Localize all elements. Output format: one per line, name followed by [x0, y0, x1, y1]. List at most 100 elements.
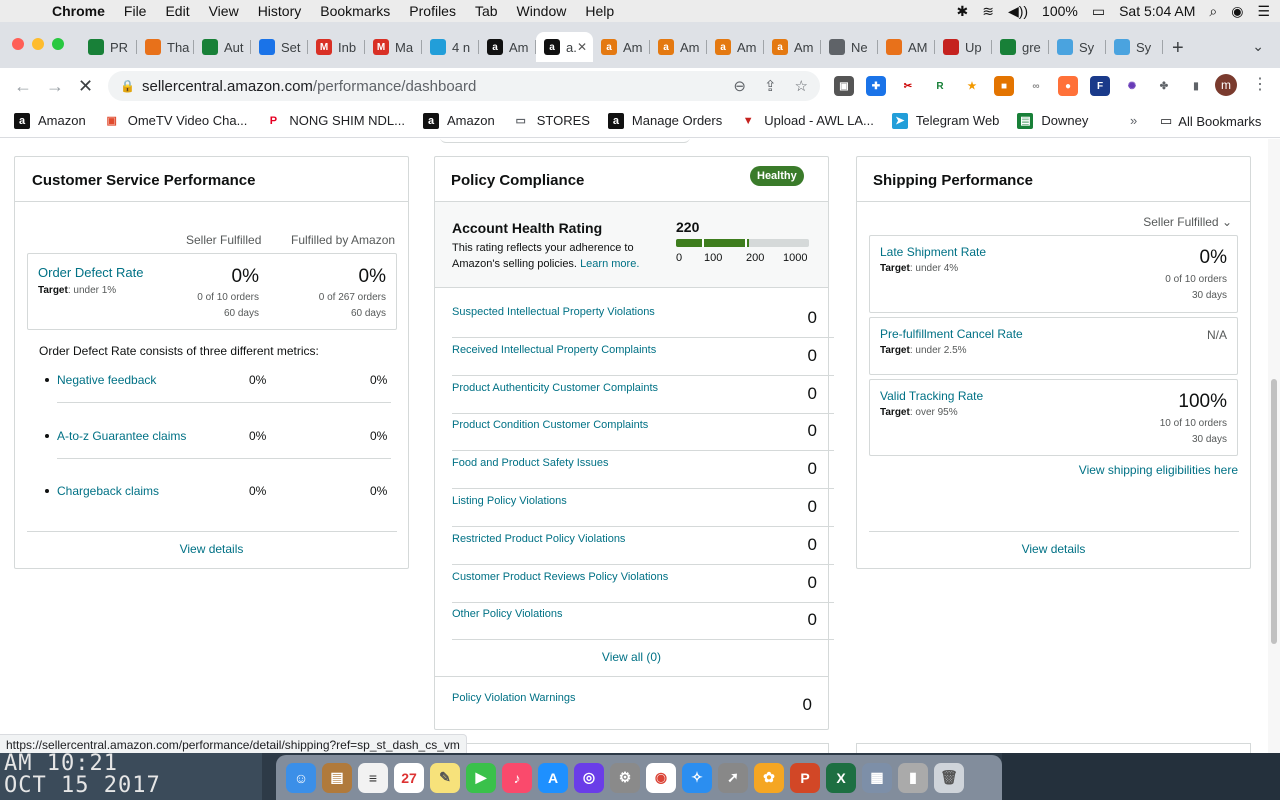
menubar-clock[interactable]: Sat 5:04 AM: [1119, 3, 1195, 19]
extension-off-icon[interactable]: ▣: [834, 76, 854, 96]
metric-atoz-claims-link[interactable]: A-to-z Guarantee claims: [57, 429, 186, 443]
menu-help[interactable]: Help: [585, 3, 614, 19]
shipping-eligibilities-link[interactable]: View shipping eligibilities here: [1079, 463, 1238, 477]
bookmark-item[interactable]: ▼ Upload - AWL LA...: [740, 112, 874, 129]
zoom-icon[interactable]: ⊖: [733, 77, 746, 95]
page-scrollbar[interactable]: [1268, 139, 1280, 753]
facetime-icon[interactable]: ▶: [466, 762, 496, 793]
menu-app-name[interactable]: Chrome: [52, 3, 105, 19]
all-bookmarks-button[interactable]: ▭ All Bookmarks: [1160, 104, 1261, 138]
metric-negative-feedback-link[interactable]: Negative feedback: [57, 373, 156, 387]
menu-edit[interactable]: Edit: [165, 3, 189, 19]
policy-violation-warnings-link[interactable]: Policy Violation Warnings: [452, 692, 576, 704]
menu-file[interactable]: File: [124, 3, 147, 19]
bookmark-item[interactable]: P NONG SHIM NDL...: [265, 112, 405, 129]
system-preferences-icon[interactable]: ⚙: [610, 762, 640, 793]
menu-profiles[interactable]: Profiles: [409, 3, 456, 19]
extension-link-icon[interactable]: ∞: [1026, 76, 1046, 96]
bookmark-item[interactable]: a Amazon: [14, 112, 86, 129]
new-tab-button[interactable]: +: [1172, 37, 1184, 60]
menu-bookmarks[interactable]: Bookmarks: [320, 3, 390, 19]
excel-icon[interactable]: X: [826, 762, 856, 793]
url-text[interactable]: sellercentral.amazon.com/performance/das…: [142, 78, 476, 95]
browser-tab[interactable]: a Am: [479, 32, 536, 62]
bookmark-item[interactable]: ▭ STORES: [512, 112, 590, 129]
photos-icon[interactable]: ✿: [754, 762, 784, 793]
extension-gear-icon[interactable]: ✺: [1122, 76, 1142, 96]
extension-f-icon[interactable]: F: [1090, 76, 1110, 96]
violation-link[interactable]: Other Policy Violations: [452, 608, 562, 620]
bookmark-item[interactable]: ➤ Telegram Web: [891, 112, 999, 129]
browser-tab[interactable]: M Ma: [365, 32, 422, 62]
extension-scissors-icon[interactable]: ✂: [898, 76, 918, 96]
back-button[interactable]: ←: [14, 76, 32, 97]
violation-link[interactable]: Food and Product Safety Issues: [452, 457, 609, 469]
browser-tab[interactable]: PR: [80, 32, 137, 62]
browser-tab[interactable]: 4 n: [422, 32, 479, 62]
share-icon[interactable]: ⇪: [764, 77, 777, 95]
shipping-view-details-link[interactable]: View details: [857, 542, 1250, 556]
browser-tab[interactable]: AM: [878, 32, 935, 62]
menu-view[interactable]: View: [209, 3, 239, 19]
browser-tab[interactable]: gre: [992, 32, 1049, 62]
extension-circle-icon[interactable]: ●: [1058, 76, 1078, 96]
browser-tab[interactable]: M Inb: [308, 32, 365, 62]
powerpoint-icon[interactable]: P: [790, 762, 820, 793]
browser-tab[interactable]: a Am: [707, 32, 764, 62]
side-panel-icon[interactable]: ▮: [1186, 76, 1206, 96]
violation-link[interactable]: Customer Product Reviews Policy Violatio…: [452, 571, 668, 583]
browser-tab[interactable]: Set: [251, 32, 308, 62]
music-icon[interactable]: ♪: [502, 762, 532, 793]
bookmarks-overflow-icon[interactable]: »: [1130, 113, 1137, 128]
menu-window[interactable]: Window: [517, 3, 567, 19]
close-window-button[interactable]: [12, 38, 24, 50]
tab-active[interactable]: a a. ✕: [536, 32, 593, 62]
browser-tab[interactable]: a Am: [650, 32, 707, 62]
extensions-puzzle-icon[interactable]: ✤: [1154, 76, 1174, 96]
spotlight-search-icon[interactable]: ⌕: [1209, 3, 1217, 20]
browser-tab[interactable]: Sy: [1106, 32, 1163, 62]
address-bar[interactable]: 🔒 sellercentral.amazon.com/performance/d…: [108, 71, 820, 101]
extension-rs-icon[interactable]: R: [930, 76, 950, 96]
view-all-violations-link[interactable]: View all (0): [435, 650, 828, 664]
volume-icon[interactable]: ◀)): [1008, 3, 1028, 20]
app-store-icon[interactable]: A: [538, 762, 568, 793]
fulfillment-selector[interactable]: Seller Fulfilled ⌄: [1143, 215, 1232, 229]
order-defect-rate-link[interactable]: Order Defect Rate: [38, 265, 144, 280]
browser-tab[interactable]: a Am: [593, 32, 650, 62]
tab-search-chevron-icon[interactable]: ⌄: [1252, 38, 1264, 55]
violation-link[interactable]: Received Intellectual Property Complaint…: [452, 344, 656, 356]
battery-percent[interactable]: 100%: [1042, 3, 1078, 19]
extension-blue-icon[interactable]: ✚: [866, 76, 886, 96]
chrome-menu-icon[interactable]: ⋮: [1252, 74, 1268, 94]
finder-icon[interactable]: ☺: [286, 762, 316, 793]
safari-icon[interactable]: ✧: [682, 762, 712, 793]
launchpad-icon[interactable]: ➚: [718, 762, 748, 793]
scrollbar-thumb[interactable]: [1271, 379, 1277, 644]
violation-link[interactable]: Product Condition Customer Complaints: [452, 419, 648, 431]
browser-tab[interactable]: Aut: [194, 32, 251, 62]
browser-tab[interactable]: Tha: [137, 32, 194, 62]
violation-link[interactable]: Restricted Product Policy Violations: [452, 533, 625, 545]
browser-tab[interactable]: Ne: [821, 32, 878, 62]
late-shipment-rate-link[interactable]: Late Shipment Rate: [880, 245, 986, 259]
control-center-icon[interactable]: ☰: [1257, 3, 1270, 20]
bookmark-item[interactable]: ▣ OmeTV Video Cha...: [103, 112, 247, 129]
pre-fulfillment-cancel-rate-link[interactable]: Pre-fulfillment Cancel Rate: [880, 327, 1023, 341]
valid-tracking-rate-link[interactable]: Valid Tracking Rate: [880, 389, 983, 403]
notes-icon[interactable]: ✎: [430, 762, 460, 793]
close-tab-icon[interactable]: ✕: [577, 40, 587, 54]
calendar-icon[interactable]: 27: [394, 762, 424, 793]
stop-loading-button[interactable]: ✕: [78, 76, 93, 97]
wifi-icon[interactable]: ≋: [982, 3, 994, 20]
reminders-icon[interactable]: ≡: [358, 762, 388, 793]
violation-link[interactable]: Listing Policy Violations: [452, 495, 567, 507]
profile-avatar[interactable]: m: [1215, 74, 1237, 96]
customer-service-view-details-link[interactable]: View details: [15, 542, 408, 556]
lock-icon[interactable]: 🔒: [120, 79, 135, 93]
menu-history[interactable]: History: [258, 3, 302, 19]
battery-icon[interactable]: ▭: [1092, 3, 1105, 20]
minimize-window-button[interactable]: [32, 38, 44, 50]
trash-icon[interactable]: 🗑: [934, 762, 964, 793]
bookmark-item[interactable]: ▤ Downey: [1017, 112, 1088, 129]
